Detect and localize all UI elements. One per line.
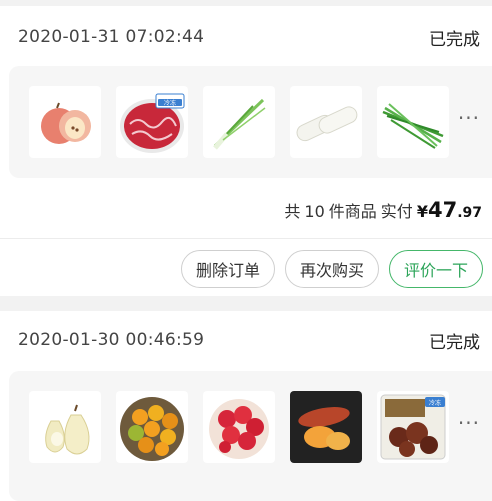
order-card[interactable]: 2020-01-30 00:46:59 已完成 冷冻 ··· [0, 311, 492, 501]
order-status: 已完成 [429, 332, 480, 353]
product-thumbnail[interactable] [377, 86, 449, 158]
apple-icon [41, 102, 91, 144]
order-header: 2020-01-30 00:46:59 已完成 [18, 323, 480, 357]
more-items-icon[interactable]: ··· [458, 411, 480, 435]
item-count: 10 [304, 202, 325, 221]
scallion-icon [213, 98, 266, 150]
sweet-potato-icon [290, 391, 362, 463]
product-thumbnail[interactable]: 冷冻 [377, 391, 449, 463]
order-actions: 删除订单 再次购买 评价一下 [180, 250, 483, 288]
product-thumbnail[interactable] [116, 391, 188, 463]
rebuy-button[interactable]: 再次购买 [284, 250, 379, 288]
goods-list: 冷冻 [29, 391, 449, 463]
more-items-icon[interactable]: ··· [458, 106, 480, 130]
frozen-beef-icon: 冷冻 [120, 93, 185, 153]
product-thumbnail[interactable] [29, 86, 101, 158]
radish-icon [296, 106, 358, 142]
price-integer: 47 [427, 198, 458, 222]
product-thumbnail[interactable] [290, 391, 362, 463]
order-summary: 共 10 件商品 实付 ¥47.97 [284, 198, 482, 222]
product-thumbnail[interactable] [203, 86, 275, 158]
product-thumbnail[interactable] [29, 391, 101, 463]
order-card[interactable]: 2020-01-31 07:02:44 已完成 冷冻 ··· 共 10 件商品 … [0, 6, 492, 296]
item-count-prefix: 共 [284, 202, 301, 221]
goods-list-box[interactable]: 冷冻 ··· [9, 66, 492, 178]
goods-list-box[interactable]: 冷冻 ··· [9, 371, 492, 501]
product-thumbnail[interactable] [203, 391, 275, 463]
order-status: 已完成 [429, 29, 480, 50]
product-thumbnail[interactable] [290, 86, 362, 158]
chives-icon [382, 103, 444, 149]
price-decimal: .97 [457, 205, 482, 221]
order-date: 2020-01-30 00:46:59 [18, 330, 205, 350]
delete-order-button[interactable]: 删除订单 [180, 250, 275, 288]
kumquat-icon [120, 397, 184, 461]
order-date: 2020-01-31 07:02:44 [18, 27, 205, 47]
raspberry-icon [209, 399, 269, 459]
order-header: 2020-01-31 07:02:44 已完成 [18, 20, 480, 54]
review-button[interactable]: 评价一下 [388, 250, 483, 288]
currency-symbol: ¥ [416, 202, 428, 221]
goods-list: 冷冻 [29, 86, 449, 158]
pear-icon [45, 404, 90, 455]
paid-label: 实付 [380, 202, 413, 221]
product-thumbnail[interactable]: 冷冻 [116, 86, 188, 158]
frozen-beef-pack-icon: 冷冻 [380, 394, 446, 460]
frozen-badge: 冷冻 [429, 399, 441, 407]
item-count-suffix: 件商品 [328, 202, 377, 221]
divider [0, 238, 492, 239]
frozen-badge: 冷冻 [164, 99, 176, 107]
